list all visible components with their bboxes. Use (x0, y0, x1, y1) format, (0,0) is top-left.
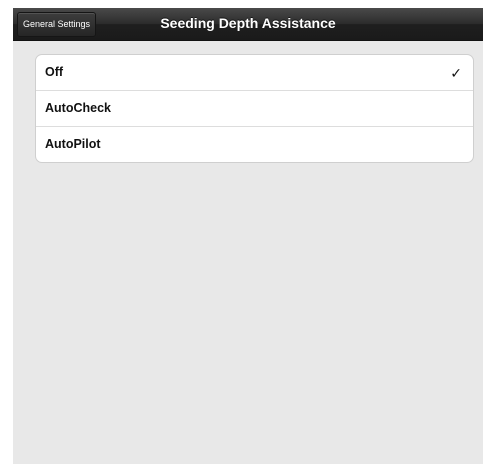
navigation-bar: General Settings Seeding Depth Assistanc… (13, 8, 483, 41)
option-label: AutoCheck (45, 101, 111, 115)
app-screen: General Settings Seeding Depth Assistanc… (13, 8, 483, 464)
page-title: Seeding Depth Assistance (160, 15, 336, 31)
option-off[interactable]: Off ✓ (36, 55, 473, 91)
option-label: AutoPilot (45, 137, 101, 151)
checkmark-icon: ✓ (450, 65, 462, 81)
seeding-depth-options-list: Off ✓ AutoCheck AutoPilot (35, 54, 474, 163)
option-autopilot[interactable]: AutoPilot (36, 127, 473, 162)
option-label: Off (45, 65, 64, 79)
option-autocheck[interactable]: AutoCheck (36, 91, 473, 127)
